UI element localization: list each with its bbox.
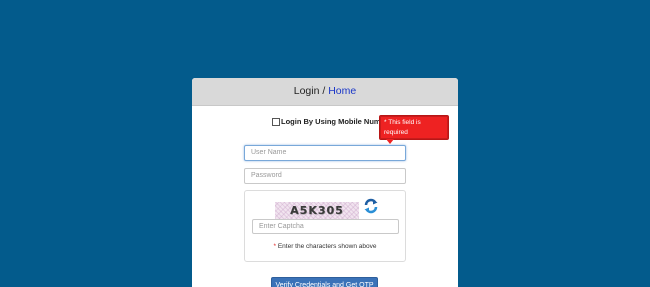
login-card: Login / Home Login By Using Mobile Numbe… (192, 78, 458, 287)
captcha-placeholder: Enter Captcha (259, 223, 304, 230)
captcha-hint-text: Enter the characters shown above (276, 243, 377, 250)
validation-tooltip: * This field is required (379, 115, 449, 144)
mobile-login-label: Login By Using Mobile Number (281, 117, 393, 126)
tooltip-text: This field is required (384, 119, 421, 136)
page-background: Login / Home Login By Using Mobile Numbe… (0, 0, 650, 287)
password-placeholder: Password (251, 172, 282, 179)
card-header: Login / Home (192, 78, 458, 106)
login-title: Login (293, 85, 320, 97)
password-input[interactable]: Password (244, 168, 406, 184)
captcha-image: A5K305 (275, 202, 359, 219)
captcha-hint: * Enter the characters shown above (245, 243, 405, 250)
refresh-icon[interactable] (363, 198, 379, 214)
mobile-login-checkbox[interactable] (272, 117, 280, 126)
verify-credentials-button[interactable]: Verify Credentials and Get OTP (271, 277, 378, 287)
home-link[interactable]: Home (328, 85, 356, 97)
mobile-login-option[interactable]: Login By Using Mobile Number (272, 117, 392, 126)
username-placeholder: User Name (251, 149, 287, 156)
breadcrumb-separator: / (319, 85, 329, 97)
captcha-panel: A5K305 Enter Captcha * Enter the charact… (244, 190, 406, 262)
captcha-input[interactable]: Enter Captcha (252, 219, 399, 234)
username-input[interactable]: User Name (244, 145, 406, 161)
